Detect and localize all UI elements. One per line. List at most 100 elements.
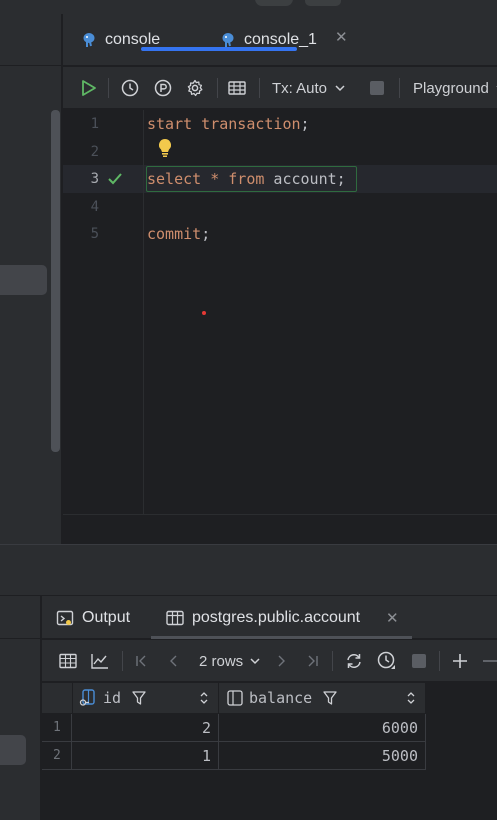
- table-cell-id[interactable]: 2: [72, 714, 219, 742]
- editor-tab-bar: console console_1 ✕: [63, 14, 497, 66]
- close-tab-icon[interactable]: ✕: [386, 596, 399, 639]
- settings-button[interactable]: [183, 67, 207, 109]
- sql-punct: ;: [300, 115, 310, 133]
- filter-icon[interactable]: [322, 690, 338, 706]
- top-control[interactable]: [305, 0, 341, 6]
- sort-icon[interactable]: [406, 691, 416, 705]
- sql-punct: ;: [336, 170, 346, 188]
- editor-footer: [63, 514, 497, 544]
- cursor-marker: [202, 311, 206, 315]
- row-number[interactable]: 1: [42, 714, 72, 742]
- transaction-mode-dropdown[interactable]: Tx: Auto: [272, 67, 347, 109]
- toolbar-separator: [122, 651, 123, 671]
- row-number-header: [42, 683, 73, 713]
- tab-console-1[interactable]: console_1: [220, 14, 317, 66]
- last-page-icon: [308, 655, 318, 667]
- stop-button[interactable]: [367, 67, 387, 109]
- sql-operator: *: [201, 170, 229, 188]
- last-page-button[interactable]: [302, 640, 324, 682]
- chart-view-button[interactable]: [88, 640, 112, 682]
- divider: [0, 638, 41, 639]
- p-circle-icon: [154, 79, 172, 97]
- table-icon: [59, 653, 77, 669]
- sql-keyword: select: [147, 170, 202, 188]
- column-header-id[interactable]: id: [73, 683, 219, 713]
- column-header-balance[interactable]: balance: [219, 683, 426, 713]
- clock-icon: [377, 651, 395, 669]
- tab-result-table[interactable]: postgres.public.account: [166, 596, 360, 639]
- table-cell-balance[interactable]: 6000: [219, 714, 426, 742]
- filter-icon[interactable]: [131, 690, 147, 706]
- delete-row-button[interactable]: [482, 640, 497, 682]
- lightbulb-icon[interactable]: [157, 138, 173, 158]
- check-icon: [108, 173, 122, 185]
- toolbar-separator: [217, 78, 218, 98]
- tab-label: postgres.public.account: [192, 608, 361, 626]
- table-cell-balance[interactable]: 5000: [219, 742, 426, 770]
- project-selected-item[interactable]: [0, 265, 47, 295]
- tab-output[interactable]: Output: [56, 596, 130, 639]
- line-number: 2: [90, 144, 99, 160]
- primary-key-column-icon: [79, 689, 95, 706]
- add-row-button[interactable]: [448, 640, 472, 682]
- code-line-3[interactable]: select * from account;: [147, 170, 346, 188]
- close-tab-icon[interactable]: ✕: [335, 28, 348, 46]
- sql-punct: ;: [201, 225, 211, 243]
- top-control[interactable]: [255, 0, 293, 6]
- chart-icon: [91, 654, 108, 669]
- sql-identifier: account: [264, 170, 337, 188]
- column-icon: [227, 690, 243, 706]
- postgres-icon: [222, 33, 234, 47]
- toolbar-separator: [332, 651, 333, 671]
- postgres-icon: [83, 33, 95, 47]
- chevron-down-icon: [250, 658, 260, 665]
- previous-page-button[interactable]: [163, 640, 185, 682]
- results-toolbar: 2 rows: [42, 640, 497, 682]
- first-page-button[interactable]: [130, 640, 152, 682]
- project-scrollbar[interactable]: [51, 110, 60, 452]
- toolbar-separator: [399, 78, 400, 98]
- line-number: 5: [90, 226, 99, 242]
- playground-dropdown[interactable]: Playground: [413, 67, 497, 109]
- sort-icon[interactable]: [199, 691, 209, 705]
- table-icon: [228, 81, 246, 95]
- tx-mode-label: Tx: Auto: [272, 79, 328, 97]
- run-button[interactable]: [77, 67, 101, 109]
- line-number: 4: [90, 199, 99, 215]
- run-icon: [82, 80, 96, 96]
- results-layout-button[interactable]: [226, 67, 248, 109]
- toolbar-separator: [108, 78, 109, 98]
- services-panel: [0, 596, 41, 820]
- divider: [0, 65, 62, 66]
- line-number: 1: [90, 116, 99, 132]
- chevron-right-icon: [278, 655, 285, 667]
- gutter-separator: [143, 110, 144, 514]
- playground-label: Playground: [413, 79, 489, 97]
- history-button[interactable]: [118, 67, 142, 109]
- cancel-query-button[interactable]: [409, 640, 429, 682]
- minus-icon: [483, 660, 497, 662]
- grid-view-button[interactable]: [55, 640, 81, 682]
- line-number: 3: [90, 171, 99, 187]
- explain-plan-button[interactable]: [151, 67, 175, 109]
- refresh-icon: [347, 654, 361, 668]
- code-line-1[interactable]: start transaction;: [147, 115, 310, 133]
- next-page-button[interactable]: [270, 640, 292, 682]
- page-size-dropdown[interactable]: 2 rows: [199, 640, 262, 682]
- output-icon: [56, 610, 74, 625]
- toolbar-separator: [439, 651, 440, 671]
- services-selected-item[interactable]: [0, 735, 26, 765]
- active-tab-indicator: [141, 47, 297, 51]
- auto-refresh-button[interactable]: [375, 640, 399, 682]
- stop-icon: [412, 654, 426, 668]
- code-line-5[interactable]: commit;: [147, 225, 210, 243]
- table-cell-id[interactable]: 1: [72, 742, 219, 770]
- panel-splitter[interactable]: [0, 544, 497, 596]
- gear-icon: [187, 79, 203, 97]
- clock-icon: [121, 79, 139, 97]
- sql-keyword: from: [228, 170, 265, 188]
- row-number[interactable]: 2: [42, 742, 72, 770]
- refresh-button[interactable]: [342, 640, 366, 682]
- chevron-down-icon: [335, 85, 345, 92]
- tab-console[interactable]: console: [81, 14, 160, 66]
